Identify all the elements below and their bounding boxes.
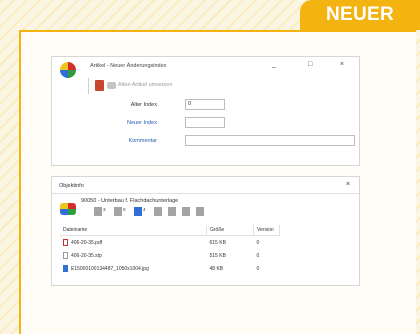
pdf-file-icon (63, 239, 68, 246)
tools-button[interactable] (154, 207, 162, 219)
attachment-icon (94, 207, 102, 216)
documents-count: 0 (123, 207, 126, 212)
download-button[interactable] (182, 207, 190, 219)
panel-title: Objektinfo (59, 183, 84, 189)
links-button[interactable]: 4 (134, 207, 146, 219)
document-logo-icon (60, 203, 76, 215)
file-size: 615 KB (209, 239, 226, 246)
maximize-button[interactable]: □ (308, 61, 312, 68)
attachments-button[interactable]: 3 (94, 207, 106, 219)
table-row[interactable]: E15000100134487_1050x1004.jpg 48 KB 0 (60, 262, 280, 275)
column-header-name[interactable]: Dateiname (60, 225, 207, 236)
old-index-input[interactable]: 0 (185, 99, 225, 110)
convert-article-button[interactable]: Alten Artikel umsetzen (118, 82, 172, 88)
new-index-dialog: Artikel - Neuer Änderungsindex _ □ × Alt… (51, 56, 360, 166)
file-name: 406-20-35.pdf (71, 239, 103, 246)
tools-icon (154, 207, 162, 216)
download-icon (182, 207, 190, 216)
panel-close-button[interactable]: × (346, 181, 350, 188)
new-index-input[interactable] (185, 117, 225, 128)
upload-icon (168, 207, 176, 216)
upload-button[interactable] (168, 207, 176, 219)
dialog-titlebar: Artikel - Neuer Änderungsindex _ □ × (52, 57, 359, 78)
toolbar-separator (88, 78, 89, 94)
file-table: Dateiname Größe Version 406-20-35.pdf 61… (60, 225, 280, 275)
attachments-count: 3 (103, 207, 106, 212)
comment-label: Kommentar (128, 138, 157, 144)
new-index-row: Neuer Index (107, 117, 357, 129)
documents-button[interactable]: 0 (114, 207, 126, 219)
document-title: 90050 - Unterbau f. Flachdachunterlage (81, 198, 179, 204)
document-edit-icon[interactable] (95, 80, 104, 91)
dialog-toolbar: Alten Artikel umsetzen (88, 78, 328, 94)
column-header-version[interactable]: Version (253, 225, 280, 236)
column-header-size[interactable]: Größe (206, 225, 254, 236)
links-count: 4 (143, 207, 146, 212)
old-index-label: Alter Index (130, 102, 157, 108)
file-name-cell: 406-20-35.pdf (60, 236, 207, 250)
table-row[interactable]: 406-20-35.stp 515 KB 0 (60, 249, 280, 262)
object-info-panel: Objektinfo × 90050 - Unterbau f. Flachda… (51, 176, 360, 286)
comment-input[interactable] (185, 135, 355, 146)
file-name-cell: E15000100134487_1050x1004.jpg (60, 262, 207, 275)
document-icon (114, 207, 122, 216)
file-version: 0 (256, 252, 260, 259)
file-version: 0 (256, 239, 260, 246)
table-row[interactable]: 406-20-35.pdf 615 KB 0 (60, 236, 280, 250)
comment-row: Kommentar (107, 135, 357, 147)
new-index-label: Neuer Index (127, 120, 157, 126)
old-index-row: Alter Index 0 (107, 99, 357, 111)
file-size: 48 KB (209, 265, 224, 272)
table-header-row: Dateiname Größe Version (60, 225, 280, 236)
file-name-cell: 406-20-35.stp (60, 249, 207, 262)
panel-divider (52, 193, 359, 194)
app-logo-icon (60, 62, 76, 78)
file-size: 515 KB (209, 252, 226, 259)
dialog-title: Artikel - Neuer Änderungsindex (90, 63, 167, 69)
file-name: E15000100134487_1050x1004.jpg (71, 265, 149, 272)
close-button[interactable]: × (340, 61, 344, 68)
print-button[interactable] (196, 207, 204, 219)
link-icon (134, 207, 142, 216)
minimize-button[interactable]: _ (272, 61, 276, 68)
print-icon (196, 207, 204, 216)
section-badge: NEUER INDEX (300, 0, 420, 55)
stp-file-icon (63, 252, 68, 259)
convert-icon (107, 82, 116, 89)
file-version: 0 (256, 265, 260, 272)
file-name: 406-20-35.stp (71, 252, 102, 259)
image-file-icon (63, 265, 68, 272)
